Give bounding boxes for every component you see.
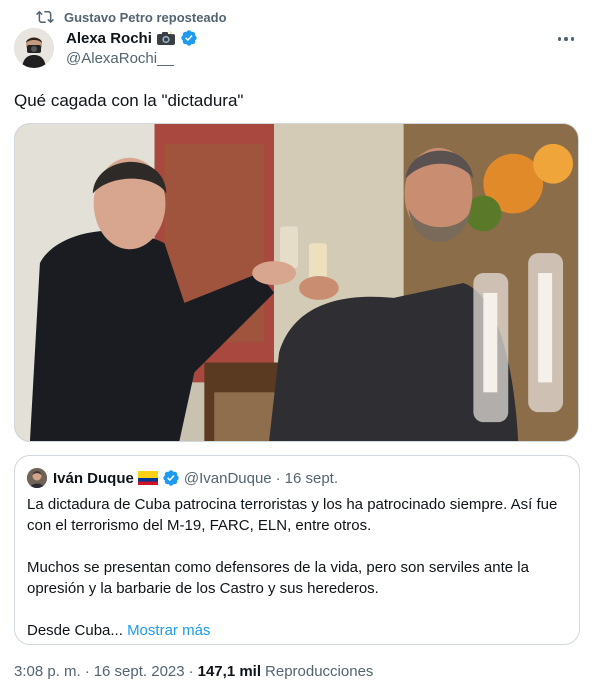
quoted-paragraph: La dictadura de Cuba patrocina terrorist… xyxy=(27,496,558,534)
tweet[interactable]: Gustavo Petro reposteado Alexa Rochi @Al… xyxy=(0,0,595,686)
more-options-icon[interactable] xyxy=(553,30,579,48)
quoted-truncated-text: Desde Cuba... xyxy=(27,622,123,639)
colombia-flag-icon xyxy=(137,471,158,485)
verified-badge-icon[interactable] xyxy=(180,29,198,47)
tweet-time[interactable]: 3:08 p. m. xyxy=(14,663,81,680)
quoted-paragraph-truncated: Desde Cuba... Mostrar más xyxy=(27,620,567,641)
views-label: Reproducciones xyxy=(265,662,374,680)
author-name[interactable]: Alexa Rochi xyxy=(66,30,152,47)
separator-dot: · xyxy=(188,662,194,680)
quoted-author-name: Iván Duque xyxy=(53,469,134,487)
separator-dot: · xyxy=(275,469,281,487)
repost-label: Gustavo Petro reposteado xyxy=(64,9,227,25)
tweet-meta: 3:08 p. m. · 16 sept. 2023 · 147,1 mil R… xyxy=(14,661,373,681)
views-count: 147,1 mil xyxy=(197,662,262,680)
quoted-date: 16 sept. xyxy=(284,469,339,487)
repost-indicator[interactable]: Gustavo Petro reposteado xyxy=(36,8,227,26)
quoted-author-avatar xyxy=(27,468,47,488)
author-handle[interactable]: @AlexaRochi__ xyxy=(66,50,174,67)
repost-icon xyxy=(36,8,54,26)
verified-badge-icon xyxy=(162,469,180,487)
quoted-tweet-body: La dictadura de Cuba patrocina terrorist… xyxy=(27,494,567,641)
tweet-date[interactable]: 16 sept. 2023 xyxy=(94,663,185,680)
author-name-row[interactable]: Alexa Rochi xyxy=(66,28,198,48)
quoted-paragraph: Muchos se presentan como defensores de l… xyxy=(27,559,529,597)
quoted-tweet[interactable]: Iván Duque @IvanDuque · 16 sept. La dict… xyxy=(14,455,580,645)
show-more-link[interactable]: Mostrar más xyxy=(127,622,210,639)
separator-dot: · xyxy=(84,662,90,680)
tweet-photo[interactable] xyxy=(14,123,579,442)
author-avatar[interactable] xyxy=(14,28,54,68)
camera-with-flash-icon xyxy=(156,30,176,46)
quoted-tweet-header: Iván Duque @IvanDuque · 16 sept. xyxy=(27,468,338,488)
quoted-author-handle: @IvanDuque xyxy=(183,469,272,487)
tweet-text: Qué cagada con la "dictadura" xyxy=(14,91,244,110)
